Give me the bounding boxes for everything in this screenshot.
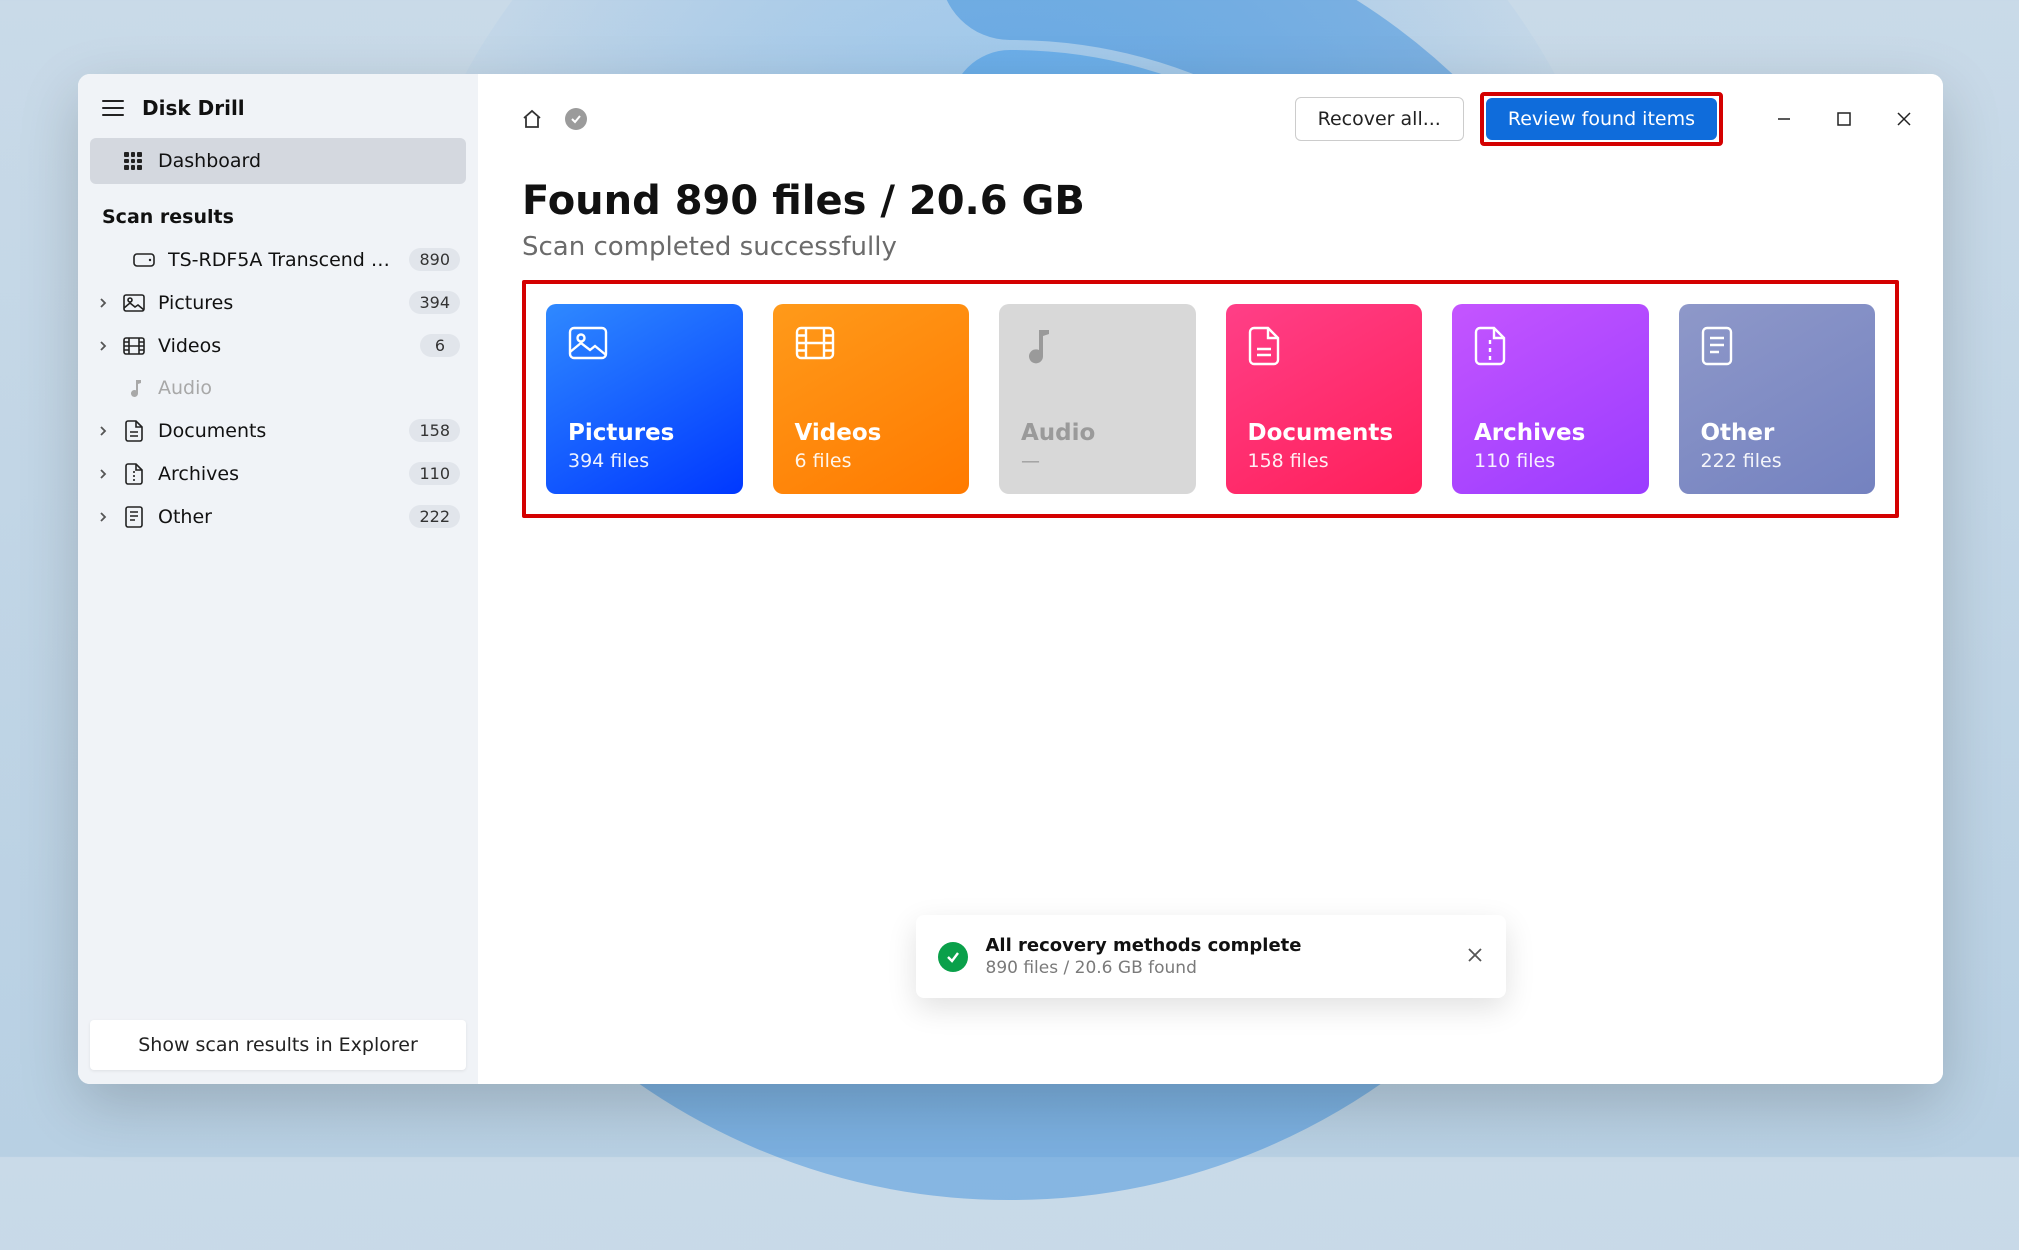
video-icon [795, 326, 835, 366]
review-found-items-button[interactable]: Review found items [1486, 98, 1717, 140]
toast-close-button[interactable] [1466, 946, 1484, 968]
other-icon [122, 506, 146, 528]
card-documents[interactable]: Documents 158 files [1226, 304, 1423, 494]
archive-icon [122, 463, 146, 485]
tree-pictures[interactable]: Pictures 394 [78, 281, 478, 324]
archive-icon [1474, 326, 1514, 366]
chevron-right-icon [96, 426, 110, 436]
pictures-icon [122, 294, 146, 312]
document-icon [1248, 326, 1288, 366]
results-headline: Found 890 files / 20.6 GB [522, 178, 1899, 224]
nav-dashboard[interactable]: Dashboard [90, 138, 466, 184]
completion-toast: All recovery methods complete 890 files … [916, 915, 1506, 998]
document-icon [122, 420, 146, 442]
results-subhead: Scan completed successfully [522, 232, 1899, 262]
status-check-icon [562, 105, 590, 133]
main-pane: Recover all... Review found items Found … [478, 74, 1943, 1084]
card-pictures[interactable]: Pictures 394 files [546, 304, 743, 494]
tree-archives[interactable]: Archives 110 [78, 452, 478, 495]
tree-device-label: TS-RDF5A Transcend US... [168, 249, 397, 271]
card-audio: Audio — [999, 304, 1196, 494]
audio-icon [122, 378, 146, 398]
window-minimize-button[interactable] [1769, 104, 1799, 134]
video-icon [122, 337, 146, 355]
hamburger-icon[interactable] [102, 100, 124, 116]
app-window: Disk Drill Dashboard Scan results TS-RDF… [78, 74, 1943, 1084]
sidebar: Disk Drill Dashboard Scan results TS-RDF… [78, 74, 478, 1084]
scan-results-title: Scan results [78, 184, 478, 238]
chevron-right-icon [96, 512, 110, 522]
tree-device-count: 890 [409, 248, 460, 271]
chevron-right-icon [96, 469, 110, 479]
pictures-icon [568, 326, 608, 366]
chevron-right-icon [96, 298, 110, 308]
tree-documents[interactable]: Documents 158 [78, 409, 478, 452]
drive-icon [132, 252, 156, 268]
other-icon [1701, 326, 1741, 366]
category-cards-highlight: Pictures 394 files Videos 6 files [522, 280, 1899, 518]
window-close-button[interactable] [1889, 104, 1919, 134]
app-title: Disk Drill [142, 96, 245, 120]
sidebar-header: Disk Drill [78, 74, 478, 138]
recover-all-button[interactable]: Recover all... [1295, 97, 1464, 141]
home-button[interactable] [518, 105, 546, 133]
audio-icon [1021, 326, 1061, 366]
window-controls [1769, 104, 1919, 134]
card-videos[interactable]: Videos 6 files [773, 304, 970, 494]
tree-audio: Audio [78, 367, 478, 409]
category-cards: Pictures 394 files Videos 6 files [546, 304, 1875, 494]
show-in-explorer-button[interactable]: Show scan results in Explorer [90, 1020, 466, 1070]
chevron-right-icon [96, 341, 110, 351]
nav-dashboard-label: Dashboard [158, 150, 261, 172]
review-items-highlight: Review found items [1480, 92, 1723, 146]
card-archives[interactable]: Archives 110 files [1452, 304, 1649, 494]
toast-title: All recovery methods complete [986, 935, 1448, 956]
card-other[interactable]: Other 222 files [1679, 304, 1876, 494]
dashboard-grid-icon [124, 152, 142, 170]
window-maximize-button[interactable] [1829, 104, 1859, 134]
toast-sub: 890 files / 20.6 GB found [986, 958, 1448, 978]
tree-device[interactable]: TS-RDF5A Transcend US... 890 [78, 238, 478, 281]
tree-other[interactable]: Other 222 [78, 495, 478, 538]
success-check-icon [938, 942, 968, 972]
tree-videos[interactable]: Videos 6 [78, 324, 478, 367]
topbar: Recover all... Review found items [478, 74, 1943, 158]
